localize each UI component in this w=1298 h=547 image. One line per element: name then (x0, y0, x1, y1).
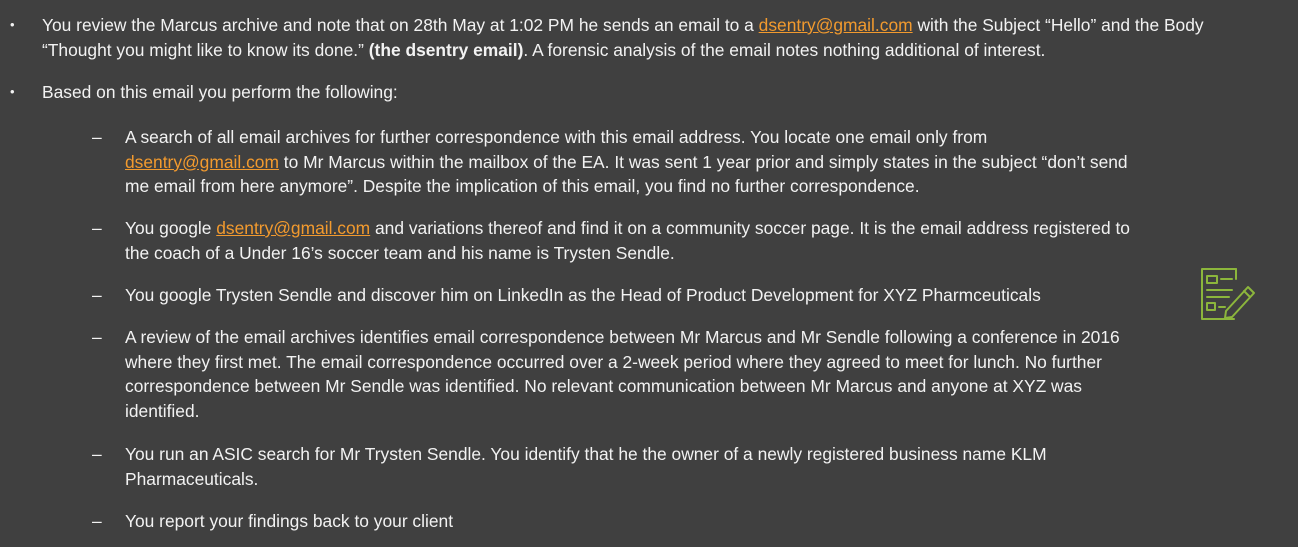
sub-item-text: You run an ASIC search for Mr Trysten Se… (125, 444, 1047, 489)
sub-item-text: You google Trysten Sendle and discover h… (125, 285, 1041, 305)
sub-item: – You google Trysten Sendle and discover… (92, 283, 1135, 308)
dash-marker: – (92, 444, 102, 464)
sub-item-text: You report your findings back to your cl… (125, 511, 454, 531)
email-link[interactable]: dsentry@gmail.com (216, 218, 370, 238)
sub-item: – You run an ASIC search for Mr Trysten … (92, 442, 1135, 491)
sub-item: – You google dsentry@gmail.com and varia… (92, 216, 1135, 265)
sub-item-text: You google dsentry@gmail.com and variati… (125, 218, 1130, 263)
sub-item-text: A review of the email archives identifie… (125, 327, 1120, 421)
text-run: . A forensic analysis of the email notes… (523, 39, 1046, 60)
text-run: You google (125, 218, 217, 238)
dash-marker: – (92, 285, 102, 305)
email-link[interactable]: dsentry@gmail.com (125, 152, 279, 172)
dash-marker: – (92, 127, 102, 147)
dash-marker: – (92, 327, 102, 347)
bullet-marker: • (10, 17, 15, 32)
bullet-text: Based on this email you perform the foll… (42, 82, 398, 102)
dash-marker: – (92, 511, 102, 531)
document-edit-icon (1201, 268, 1255, 320)
bullet-item: • Based on this email you perform the fo… (10, 80, 1272, 105)
bold-text: (the dsentry email) (368, 39, 524, 60)
sub-item-text: A search of all email archives for furth… (125, 127, 1128, 196)
slide: • You review the Marcus archive and note… (0, 0, 1298, 547)
sub-item: – A search of all email archives for fur… (92, 125, 1135, 199)
dash-marker: – (92, 218, 102, 238)
bullet-item: • You review the Marcus archive and note… (10, 13, 1272, 62)
text-run: You review the Marcus archive and note t… (42, 15, 759, 35)
bullet-marker: • (10, 84, 15, 99)
bullet-text: You review the Marcus archive and note t… (42, 15, 1204, 60)
email-link[interactable]: dsentry@gmail.com (759, 15, 913, 35)
text-run: A search of all email archives for furth… (125, 127, 988, 147)
sub-item: – A review of the email archives identif… (92, 325, 1135, 423)
sub-item: – You report your findings back to your … (92, 509, 1135, 534)
